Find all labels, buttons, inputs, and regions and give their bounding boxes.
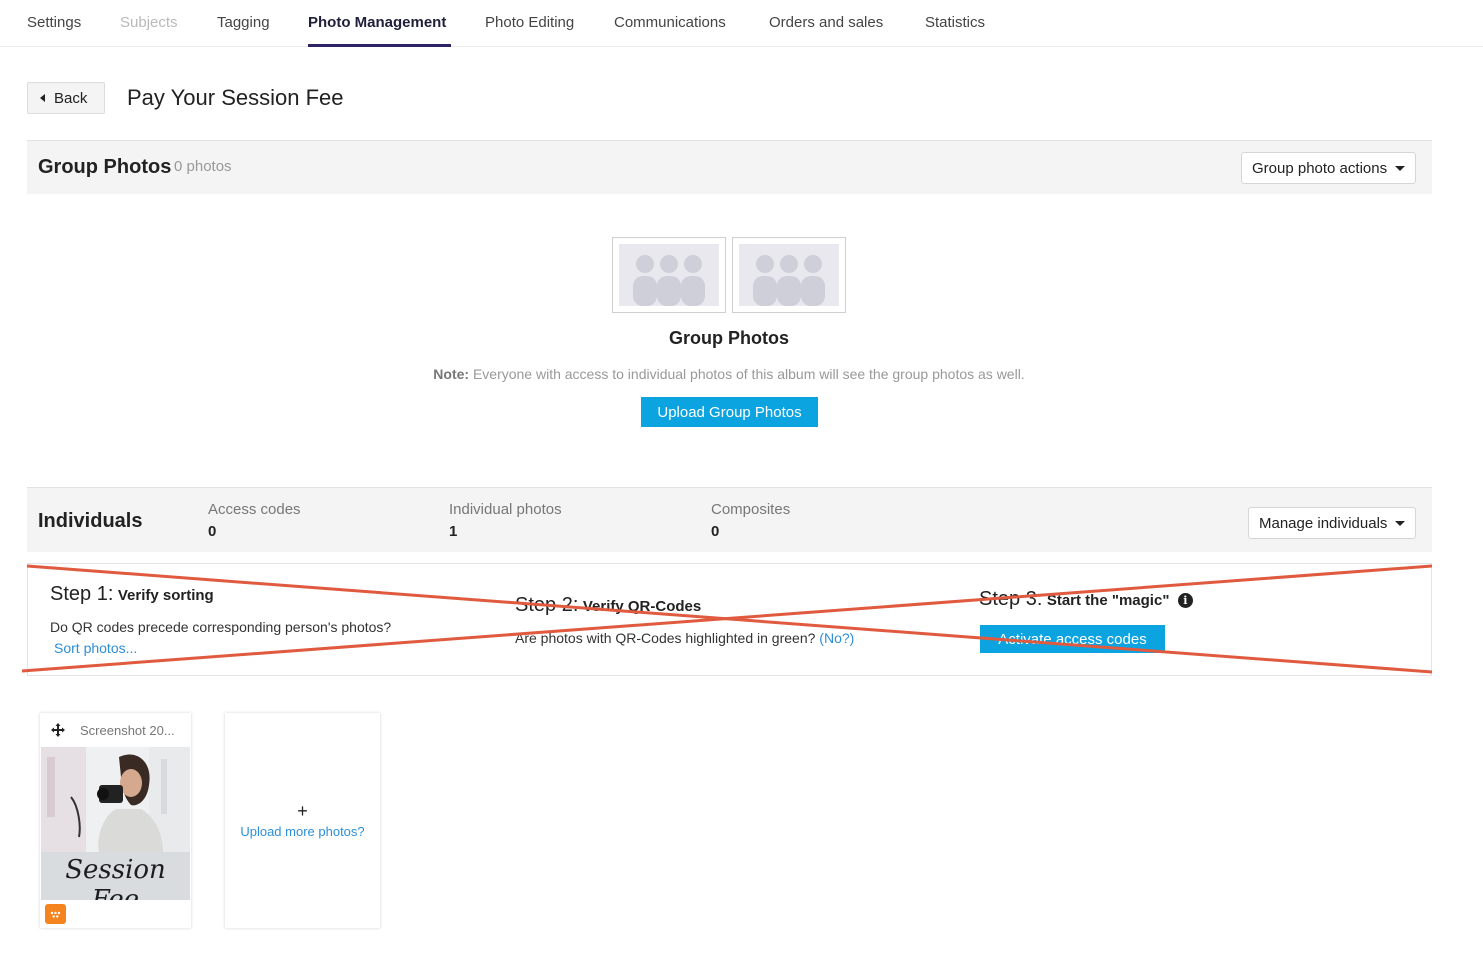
group-photos-empty-title: Group Photos (669, 328, 789, 348)
tab-settings[interactable]: Settings (27, 14, 81, 31)
group-photos-title: Group Photos (38, 156, 172, 178)
step-1-prefix: Step 1: (50, 583, 114, 605)
tab-orders-and-sales[interactable]: Orders and sales (769, 14, 883, 31)
step-2-no-link[interactable]: (No?) (819, 630, 854, 646)
back-button[interactable]: Back (27, 82, 105, 114)
step-2-text: Are photos with QR-Codes highlighted in … (515, 630, 854, 646)
photo-thumbnail[interactable]: Session Fee (41, 747, 190, 900)
tab-subjects: Subjects (120, 14, 178, 31)
group-photos-header: Group Photos 0 photos Group photo action… (27, 140, 1432, 194)
back-button-label: Back (54, 89, 88, 107)
note-label: Note: (433, 366, 470, 382)
composites-value: 0 (711, 523, 720, 540)
note-text: Everyone with access to individual photo… (469, 366, 1025, 382)
group-people-icon (633, 255, 705, 306)
tab-communications[interactable]: Communications (614, 14, 726, 31)
upload-group-photos-button[interactable]: Upload Group Photos (641, 397, 818, 427)
access-codes-label: Access codes (208, 501, 301, 518)
active-tab-indicator (308, 44, 451, 47)
individuals-title: Individuals (38, 510, 143, 532)
group-photos-count: 0 photos (174, 158, 232, 175)
tab-photo-editing[interactable]: Photo Editing (485, 14, 574, 31)
move-icon[interactable] (50, 722, 66, 738)
group-people-icon (753, 255, 825, 306)
manage-individuals-label: Manage individuals (1259, 514, 1388, 532)
step-1-heading: Step 1: Verify sorting (50, 583, 214, 606)
group-photo-actions-label: Group photo actions (1252, 159, 1388, 177)
step-2-heading: Step 2: Verify QR-Codes (515, 594, 701, 617)
page-title: Pay Your Session Fee (127, 85, 344, 110)
step-3-prefix: Step 3: (979, 588, 1043, 610)
caret-down-icon (1395, 165, 1406, 171)
upload-more-link[interactable]: Upload more photos? (240, 824, 364, 839)
top-navigation: Settings Subjects Tagging Photo Manageme… (0, 0, 1483, 47)
info-icon[interactable]: i (1177, 593, 1193, 609)
photo-overlay-text: Session Fee (65, 855, 166, 900)
activate-access-codes-button[interactable]: Activate access codes (980, 625, 1165, 653)
group-placeholder-image (612, 237, 726, 313)
step-2-prefix: Step 2: (515, 594, 579, 616)
access-codes-value: 0 (208, 523, 217, 540)
dots-icon (50, 911, 61, 918)
composites-label: Composites (711, 501, 791, 518)
caret-left-icon (40, 94, 45, 102)
step-2-question: Are photos with QR-Codes highlighted in … (515, 630, 816, 646)
tab-statistics[interactable]: Statistics (925, 14, 985, 31)
sort-photos-link[interactable]: Sort photos... (54, 640, 137, 656)
photo-filename: Screenshot 20... (80, 723, 175, 738)
photo-card[interactable]: Screenshot 20... Session Fee (40, 713, 191, 928)
step-2-title: Verify QR-Codes (582, 598, 702, 615)
manage-individuals-dropdown[interactable]: Manage individuals (1248, 507, 1417, 539)
step-1-text: Do QR codes precede corresponding person… (50, 619, 392, 635)
individuals-header: Individuals Access codes 0 Individual ph… (27, 487, 1432, 552)
group-placeholder-image (732, 237, 846, 313)
caret-down-icon (1395, 520, 1406, 526)
steps-panel: Step 1: Verify sorting Do QR codes prece… (27, 563, 1432, 676)
group-photos-note: Note: Everyone with access to individual… (0, 366, 1458, 382)
upload-more-card[interactable]: + Upload more photos? (225, 713, 380, 928)
tab-photo-management[interactable]: Photo Management (308, 14, 446, 31)
group-photo-actions-dropdown[interactable]: Group photo actions (1241, 152, 1417, 184)
photo-status-badge (45, 904, 66, 924)
individual-photos-value: 1 (449, 523, 458, 540)
plus-icon: + (297, 801, 308, 821)
tab-tagging[interactable]: Tagging (217, 14, 270, 31)
step-1-title: Verify sorting (117, 587, 214, 604)
step-3-heading: Step 3: Start the "magic" i (979, 588, 1193, 611)
individual-photos-label: Individual photos (449, 501, 562, 518)
step-3-title: Start the "magic" (1046, 592, 1170, 609)
